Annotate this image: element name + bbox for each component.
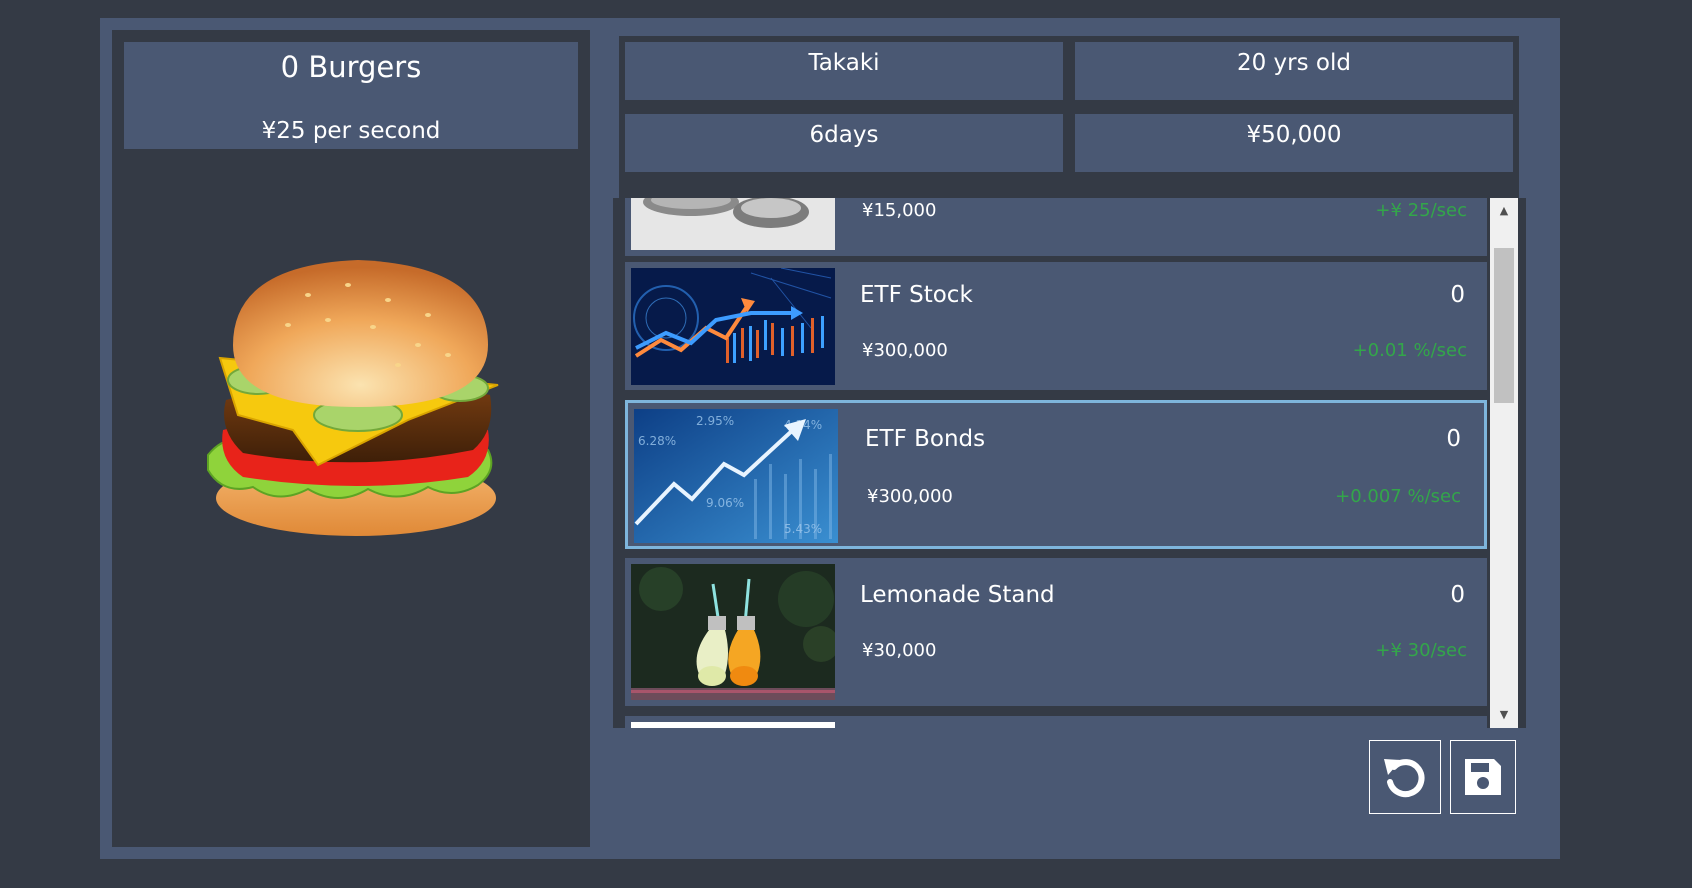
- item-income: +¥ 30/sec: [1375, 640, 1467, 661]
- burger-stats: 0 Burgers ¥25 per second: [124, 42, 578, 149]
- burger-count: 0 Burgers: [280, 50, 422, 84]
- money-cell: ¥50,000: [1075, 114, 1513, 172]
- item-income: +¥ 25/sec: [1375, 200, 1467, 221]
- next-item-thumbnail: [631, 722, 835, 728]
- undo-icon: [1384, 759, 1425, 798]
- item-income: +0.01 %/sec: [1352, 340, 1467, 361]
- item-name: ETF Bonds: [865, 426, 986, 452]
- reset-button[interactable]: [1369, 740, 1441, 814]
- scroll-up-arrow-icon[interactable]: ▲: [1490, 198, 1518, 224]
- list-item-bowls[interactable]: ¥15,000 +¥ 25/sec: [625, 198, 1487, 256]
- list-item-next[interactable]: [625, 716, 1487, 728]
- save-button[interactable]: [1450, 740, 1516, 814]
- player-info: Takaki 20 yrs old 6days ¥50,000: [619, 36, 1519, 198]
- item-price: ¥15,000: [862, 200, 937, 221]
- days-elapsed: 6days: [809, 122, 879, 148]
- bonds-thumb-label: 2.95%: [696, 414, 734, 428]
- etf-stock-thumbnail: [631, 268, 835, 385]
- item-price: ¥30,000: [862, 640, 937, 661]
- item-name: Lemonade Stand: [860, 582, 1055, 608]
- bonds-thumb-label: 5.43%: [784, 522, 822, 536]
- bonds-thumb-label: 9.06%: [706, 496, 744, 510]
- item-owned-count: 0: [1450, 282, 1465, 308]
- bowls-thumbnail: [631, 198, 835, 250]
- list-item-lemonade-stand[interactable]: Lemonade Stand 0 ¥30,000 +¥ 30/sec: [625, 558, 1487, 706]
- list-item-etf-stock[interactable]: ETF Stock 0 ¥300,000 +0.01 %/sec: [625, 262, 1487, 390]
- burger-clicker-image[interactable]: [198, 255, 508, 560]
- burger-panel: 0 Burgers ¥25 per second: [112, 30, 590, 847]
- lemonade-stand-thumbnail: [631, 564, 835, 700]
- list-item-etf-bonds[interactable]: 2.95% 6.28% 4.14% 9.06% 5.43% ETF Bonds …: [625, 400, 1487, 549]
- item-price: ¥300,000: [867, 486, 953, 507]
- income-rate: ¥25 per second: [261, 118, 441, 144]
- item-owned-count: 0: [1450, 582, 1465, 608]
- list-scrollbar[interactable]: ▲ ▼: [1490, 198, 1518, 728]
- item-income: +0.007 %/sec: [1335, 486, 1461, 507]
- player-name-cell: Takaki: [625, 42, 1063, 100]
- money-balance: ¥50,000: [1246, 122, 1342, 148]
- investment-list: ¥15,000 +¥ 25/sec ETF Stock 0 ¥300,000 +…: [613, 198, 1526, 728]
- player-age-cell: 20 yrs old: [1075, 42, 1513, 100]
- item-owned-count: 0: [1446, 426, 1461, 452]
- scroll-down-arrow-icon[interactable]: ▼: [1490, 702, 1518, 728]
- player-age: 20 yrs old: [1236, 50, 1351, 76]
- etf-bonds-thumbnail: 2.95% 6.28% 4.14% 9.06% 5.43%: [634, 409, 838, 543]
- item-price: ¥300,000: [862, 340, 948, 361]
- player-name: Takaki: [808, 50, 880, 76]
- bonds-thumb-label: 6.28%: [638, 434, 676, 448]
- game-window: 0 Burgers ¥25 per second Takaki 20 yrs o…: [100, 18, 1560, 859]
- scrollbar-thumb[interactable]: [1494, 248, 1514, 403]
- item-name: ETF Stock: [860, 282, 973, 308]
- floppy-disk-icon: [1465, 759, 1501, 795]
- days-elapsed-cell: 6days: [625, 114, 1063, 172]
